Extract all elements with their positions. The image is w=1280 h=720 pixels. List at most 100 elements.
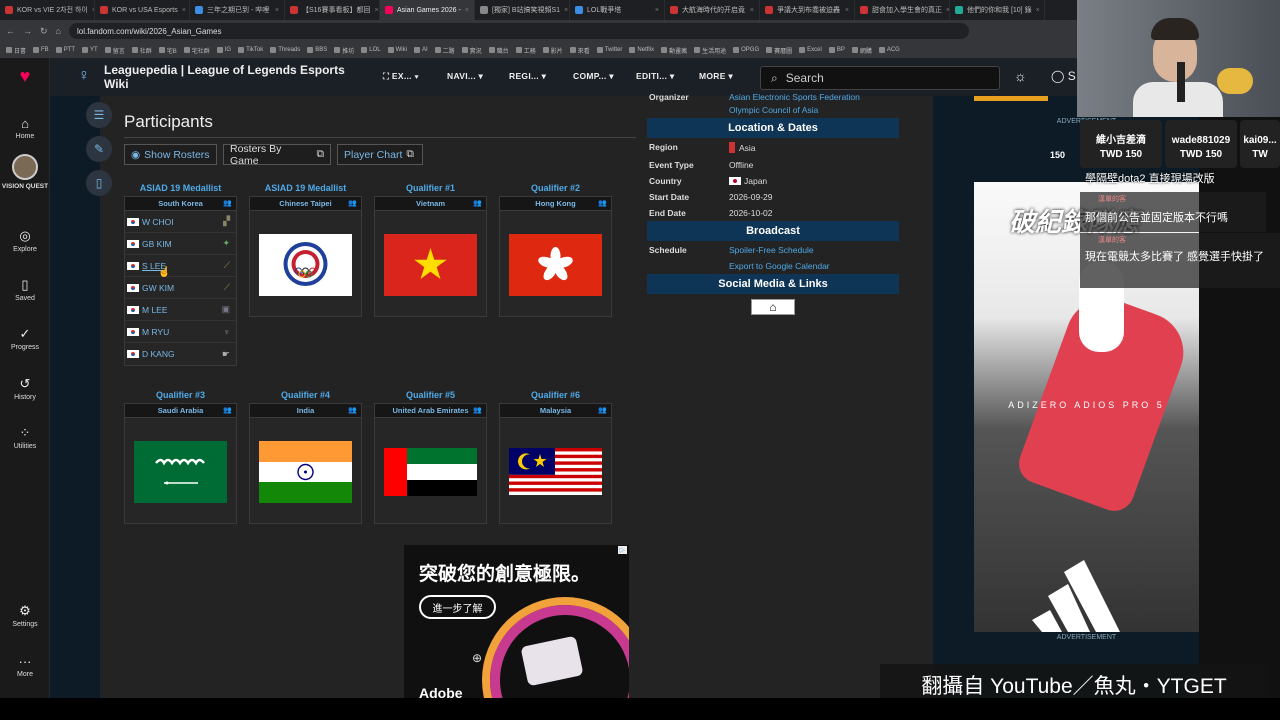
team-card-south-korea[interactable]: South Korea 👥 W CHOI ▞ GB KIM ✦ S LEE ⟋ GW K…	[124, 196, 237, 366]
browser-tab[interactable]: 三年之期已到 - 哔哩 ×	[190, 0, 285, 20]
browser-tab[interactable]: 爭議大到布喬被迫轟 ×	[760, 0, 855, 20]
bookmark-item[interactable]: 生活用途	[694, 46, 726, 55]
theme-toggle-icon[interactable]: ☼	[1014, 68, 1027, 84]
close-tab-icon[interactable]: ×	[564, 7, 568, 14]
toc-icon[interactable]: ☰	[86, 102, 112, 128]
team-card-malaysia[interactable]: Malaysia 👥	[499, 403, 612, 524]
sidebar-item-more[interactable]: ··· More	[0, 654, 50, 678]
bookmark-item[interactable]: AI	[413, 47, 428, 53]
bookmark-item[interactable]: 宅B	[158, 46, 177, 55]
player-row[interactable]: GW KIM ⟋	[125, 277, 236, 299]
bookmark-item[interactable]: Threads	[270, 47, 300, 53]
address-bar[interactable]: lol.fandom.com/wiki/2026_Asian_Games	[68, 23, 969, 39]
bottom-ad[interactable]: ▷ 突破您的創意極限。 進一步了解 ⊕ Adobe	[404, 545, 629, 698]
close-tab-icon[interactable]: ×	[465, 7, 469, 14]
rosters-by-game-button[interactable]: Rosters By Game ⧉	[223, 143, 331, 167]
ad-learn-more-button[interactable]: 進一步了解	[419, 595, 496, 619]
team-card-india[interactable]: India 👥	[249, 403, 362, 524]
bookmark-item[interactable]: 日書	[6, 46, 26, 55]
bookmark-item[interactable]: Excel	[799, 47, 822, 53]
sidebar-item-explore[interactable]: ◎ Explore	[0, 228, 50, 253]
back-icon[interactable]: ←	[6, 26, 15, 36]
player-row[interactable]: S LEE ⟋	[125, 255, 236, 277]
browser-tab[interactable]: LOL戰爭塔 ×	[570, 0, 665, 20]
close-tab-icon[interactable]: ×	[374, 7, 378, 14]
account-icon[interactable]: ◯ S	[1051, 69, 1076, 83]
browser-tab[interactable]: KOR vs USA Esports ×	[95, 0, 190, 20]
close-tab-icon[interactable]: ×	[275, 7, 279, 14]
close-tab-icon[interactable]: ×	[655, 7, 659, 14]
bookmark-item[interactable]: ACG	[878, 47, 900, 53]
player-row[interactable]: M LEE ▣	[125, 299, 236, 321]
team-name[interactable]: South Korea 👥	[125, 197, 236, 211]
browser-tab-active[interactable]: Asian Games 2026 - ×	[380, 0, 475, 20]
bookmark-item[interactable]: 工務	[515, 46, 536, 55]
browser-tab[interactable]: KOR vs VIE 2차전 하이×	[0, 0, 95, 20]
sidebar-item-saved[interactable]: ▯ Saved	[0, 277, 50, 302]
team-name[interactable]: India 👥	[250, 404, 361, 418]
player-chart-button[interactable]: Player Chart ⧉	[337, 144, 423, 165]
nav-navigation[interactable]: NAVI... ▾	[447, 71, 483, 82]
bookmark-item[interactable]: FB	[33, 47, 49, 53]
nav-regions[interactable]: REGI... ▾	[509, 71, 546, 82]
bookmark-item[interactable]: Netflix	[629, 47, 654, 53]
home-icon[interactable]: ⌂	[56, 26, 61, 36]
bookmark-item[interactable]: Twitter	[596, 47, 622, 53]
show-rosters-button[interactable]: ◉ Show Rosters	[124, 144, 217, 165]
nav-editing[interactable]: EDITI... ▾	[636, 71, 674, 82]
infobox-link[interactable]: Asian Electronic Sports Federation	[729, 92, 860, 102]
close-tab-icon[interactable]: ×	[1036, 7, 1040, 14]
bookmark-item[interactable]: BBS	[307, 47, 327, 53]
team-name[interactable]: Chinese Taipei 👥	[250, 197, 361, 211]
wiki-title[interactable]: Leaguepedia | League of Legends Esports …	[104, 63, 364, 91]
browser-tab[interactable]: 【S16賽事看板】都回 ×	[285, 0, 380, 20]
bookmark-item[interactable]: 社群	[131, 46, 152, 55]
roster-icon[interactable]: 👥	[348, 406, 357, 414]
bookmark-item[interactable]: IG	[216, 47, 231, 53]
bookmark-item[interactable]: 實況	[461, 46, 482, 55]
forward-icon[interactable]: →	[23, 26, 32, 36]
reload-icon[interactable]: ↻	[40, 26, 48, 37]
team-card-hong-kong[interactable]: Hong Kong 👥	[499, 196, 612, 317]
search-input[interactable]: ⌕ Search	[760, 66, 1000, 90]
bookmark-item[interactable]: LOL	[361, 47, 381, 53]
close-tab-icon[interactable]: ×	[750, 7, 754, 14]
sidebar-item-history[interactable]: ↺ History	[0, 376, 50, 401]
sidebar-item-profile[interactable]: VISION QUEST	[0, 154, 50, 191]
team-name[interactable]: Hong Kong 👥	[500, 197, 611, 211]
team-card-chinese-taipei[interactable]: Chinese Taipei 👥	[249, 196, 362, 317]
team-name[interactable]: United Arab Emirates 👥	[375, 404, 486, 418]
team-card-vietnam[interactable]: Vietnam 👥	[374, 196, 487, 317]
team-name[interactable]: Malaysia 👥	[500, 404, 611, 418]
home-link-icon[interactable]: ⌂	[751, 299, 795, 315]
player-row[interactable]: M RYU ♆	[125, 321, 236, 343]
team-card-uae[interactable]: United Arab Emirates 👥	[374, 403, 487, 524]
nav-explore[interactable]: ⛶ EX... ▾	[383, 71, 419, 82]
bookmark-item[interactable]: OPGG	[733, 47, 759, 53]
browser-tab[interactable]: 大航海時代的开启竟 ×	[665, 0, 760, 20]
sidebar-item-settings[interactable]: ⚙ Settings	[0, 603, 50, 628]
bookmark-item[interactable]: YT	[82, 47, 98, 53]
bookmark-page-icon[interactable]: ▯	[86, 170, 112, 196]
roster-icon[interactable]: 👥	[598, 199, 607, 207]
team-name[interactable]: Saudi Arabia 👥	[125, 404, 236, 418]
sidebar-item-progress[interactable]: ✓ Progress	[0, 326, 50, 351]
bookmark-item[interactable]: 二路	[434, 46, 455, 55]
bookmark-item[interactable]: 宅社群	[183, 46, 210, 55]
team-name[interactable]: Vietnam 👥	[375, 197, 486, 211]
bookmark-item[interactable]: PTT	[55, 47, 75, 53]
bookmark-item[interactable]: BP	[828, 47, 845, 53]
edit-icon[interactable]: ✎	[86, 136, 112, 162]
nav-more[interactable]: MORE ▾	[699, 71, 733, 82]
team-card-saudi-arabia[interactable]: Saudi Arabia 👥	[124, 403, 237, 524]
sidebar-item-utilities[interactable]: ⁘ Utilities	[0, 425, 50, 450]
roster-icon[interactable]: 👥	[348, 199, 357, 207]
roster-icon[interactable]: 👥	[598, 406, 607, 414]
bookmark-item[interactable]: 留言	[104, 46, 125, 55]
player-row[interactable]: GB KIM ✦	[125, 233, 236, 255]
wiki-logo-icon[interactable]: ♀	[78, 67, 90, 85]
close-tab-icon[interactable]: ×	[182, 7, 186, 14]
infobox-link[interactable]: Export to Google Calendar	[729, 261, 830, 271]
browser-tab[interactable]: [獨家] B站搞笑視頻S1 ×	[475, 0, 570, 20]
bookmark-item[interactable]: 動畫瘋	[661, 46, 687, 55]
